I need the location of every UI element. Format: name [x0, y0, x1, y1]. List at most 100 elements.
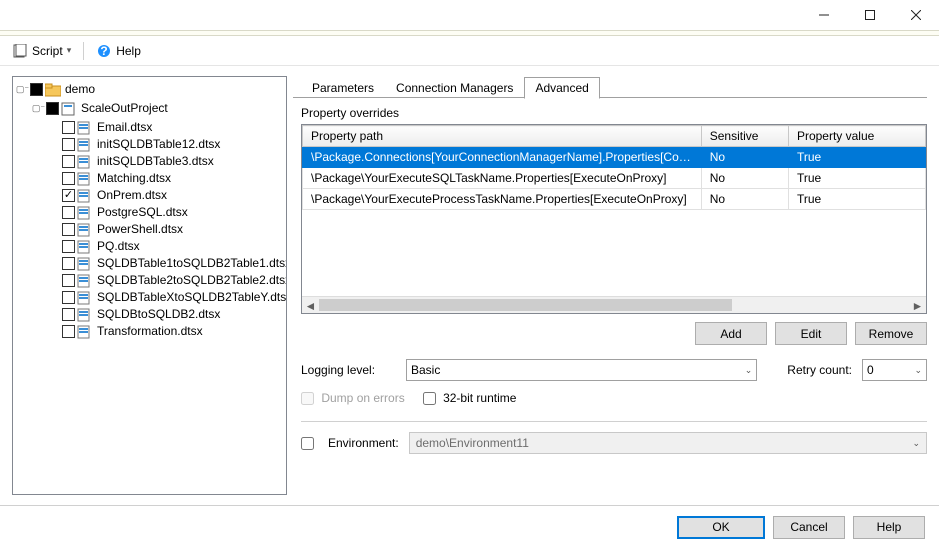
tab-connection-managers[interactable]: Connection Managers	[385, 77, 524, 98]
tree-item[interactable]: initSQLDBTable12.dtsx	[49, 136, 284, 153]
script-button[interactable]: Script ▾	[8, 41, 75, 61]
cell-path: \Package.Connections[YourConnectionManag…	[303, 147, 702, 168]
32bit-runtime-option[interactable]: 32-bit runtime	[423, 391, 517, 405]
ok-button[interactable]: OK	[677, 516, 765, 539]
cell-sensitive: No	[701, 189, 788, 210]
32bit-runtime-label: 32-bit runtime	[443, 391, 516, 405]
tree-item-checkbox[interactable]	[62, 206, 75, 219]
tree-item-checkbox[interactable]	[62, 291, 75, 304]
tree-item-label: PowerShell.dtsx	[95, 221, 185, 238]
package-icon	[77, 154, 93, 170]
folder-icon	[45, 82, 61, 98]
table-row[interactable]: \Package.Connections[YourConnectionManag…	[303, 147, 926, 168]
package-tree[interactable]: ▢⁻ demo ▢⁻	[12, 76, 287, 495]
tree-item[interactable]: Transformation.dtsx	[49, 323, 284, 340]
tab-parameters[interactable]: Parameters	[301, 77, 385, 98]
tree-item-checkbox[interactable]	[62, 308, 75, 321]
tree-item-checkbox[interactable]	[62, 172, 75, 185]
package-icon	[77, 256, 93, 272]
tree-item[interactable]: SQLDBtoSQLDB2.dtsx	[49, 306, 284, 323]
chevron-down-icon: ▾	[67, 45, 72, 56]
tree-item-checkbox[interactable]	[62, 240, 75, 253]
package-icon	[77, 120, 93, 136]
tree-item[interactable]: PQ.dtsx	[49, 238, 284, 255]
tree-item-checkbox[interactable]	[62, 223, 75, 236]
dialog-window: Script ▾ ? Help ▢⁻ d	[0, 0, 939, 548]
titlebar	[0, 0, 939, 30]
toolbar: Script ▾ ? Help	[0, 36, 939, 66]
help-button[interactable]: ? Help	[92, 41, 145, 61]
tree-item-label: Matching.dtsx	[95, 170, 173, 187]
package-icon	[77, 188, 93, 204]
col-property-path[interactable]: Property path	[303, 126, 702, 147]
tree-item-checkbox[interactable]	[62, 189, 75, 202]
minimize-icon	[819, 10, 829, 20]
grid-horizontal-scrollbar[interactable]: ◄ ►	[302, 296, 926, 313]
package-icon	[77, 307, 93, 323]
minimize-button[interactable]	[801, 0, 847, 30]
edit-button[interactable]: Edit	[775, 322, 847, 345]
tree-item[interactable]: Email.dtsx	[49, 119, 284, 136]
table-row[interactable]: \Package\YourExecuteProcessTaskName.Prop…	[303, 189, 926, 210]
collapse-icon[interactable]: ▢⁻	[17, 84, 28, 95]
collapse-icon[interactable]: ▢⁻	[33, 103, 44, 114]
tree-item-checkbox[interactable]	[62, 257, 75, 270]
cancel-button[interactable]: Cancel	[773, 516, 845, 539]
tree-item-checkbox[interactable]	[62, 274, 75, 287]
logging-level-combo[interactable]: Basic ⌄	[406, 359, 757, 381]
maximize-button[interactable]	[847, 0, 893, 30]
tree-item[interactable]: OnPrem.dtsx	[49, 187, 284, 204]
script-label: Script	[32, 44, 63, 58]
tree-item[interactable]: PostgreSQL.dtsx	[49, 204, 284, 221]
tree-item-label: SQLDBtoSQLDB2.dtsx	[95, 306, 222, 323]
col-property-value[interactable]: Property value	[788, 126, 925, 147]
package-icon	[77, 273, 93, 289]
tree-item-checkbox[interactable]	[62, 155, 75, 168]
remove-button[interactable]: Remove	[855, 322, 927, 345]
tab-advanced[interactable]: Advanced	[524, 77, 599, 99]
tree-item-label: SQLDBTableXtoSQLDB2TableY.dtsx	[95, 289, 287, 306]
tree-item-checkbox[interactable]	[62, 121, 75, 134]
retry-count-value: 0	[867, 363, 874, 377]
tree-item[interactable]: initSQLDBTable3.dtsx	[49, 153, 284, 170]
maximize-icon	[865, 10, 875, 20]
tree-item[interactable]: SQLDBTableXtoSQLDB2TableY.dtsx	[49, 289, 284, 306]
scroll-right-icon[interactable]: ►	[909, 297, 926, 314]
tree-item[interactable]: SQLDBTable1toSQLDB2Table1.dtsx	[49, 255, 284, 272]
32bit-runtime-checkbox[interactable]	[423, 392, 436, 405]
environment-checkbox[interactable]	[301, 437, 314, 450]
logging-level-value: Basic	[411, 363, 440, 377]
tree-project-checkbox[interactable]	[46, 102, 59, 115]
tree-item-checkbox[interactable]	[62, 325, 75, 338]
environment-value: demo\Environment11	[416, 436, 529, 450]
retry-count-combo[interactable]: 0 ⌄	[862, 359, 927, 381]
add-button[interactable]: Add	[695, 322, 767, 345]
tree-item-label: PQ.dtsx	[95, 238, 142, 255]
close-button[interactable]	[893, 0, 939, 30]
cell-sensitive: No	[701, 147, 788, 168]
overrides-grid[interactable]: Property path Sensitive Property value \…	[301, 124, 927, 314]
package-icon	[77, 324, 93, 340]
table-row[interactable]: \Package\YourExecuteSQLTaskName.Properti…	[303, 168, 926, 189]
scroll-left-icon[interactable]: ◄	[302, 297, 319, 314]
tree-item-checkbox[interactable]	[62, 138, 75, 151]
tree-root[interactable]: ▢⁻ demo ▢⁻	[17, 81, 284, 340]
tree-project[interactable]: ▢⁻ ScaleOutProject Email.dtsxinitSQLDBTa…	[33, 100, 284, 340]
col-sensitive[interactable]: Sensitive	[701, 126, 788, 147]
scroll-thumb[interactable]	[319, 299, 732, 311]
dump-on-errors-checkbox	[301, 392, 314, 405]
package-icon	[77, 171, 93, 187]
override-buttons: Add Edit Remove	[301, 322, 927, 345]
tree-item[interactable]: SQLDBTable2toSQLDB2Table2.dtsx	[49, 272, 284, 289]
tabpage-advanced: Property overrides Property path Sensiti…	[293, 98, 927, 495]
package-icon	[77, 222, 93, 238]
tree-item[interactable]: PowerShell.dtsx	[49, 221, 284, 238]
package-icon	[77, 205, 93, 221]
cell-value: True	[788, 147, 925, 168]
tree-item-label: initSQLDBTable12.dtsx	[95, 136, 222, 153]
tree-item[interactable]: Matching.dtsx	[49, 170, 284, 187]
dump-on-errors-label: Dump on errors	[321, 391, 404, 405]
tree-item-label: Email.dtsx	[95, 119, 154, 136]
footer-help-button[interactable]: Help	[853, 516, 925, 539]
tree-root-checkbox[interactable]	[30, 83, 43, 96]
